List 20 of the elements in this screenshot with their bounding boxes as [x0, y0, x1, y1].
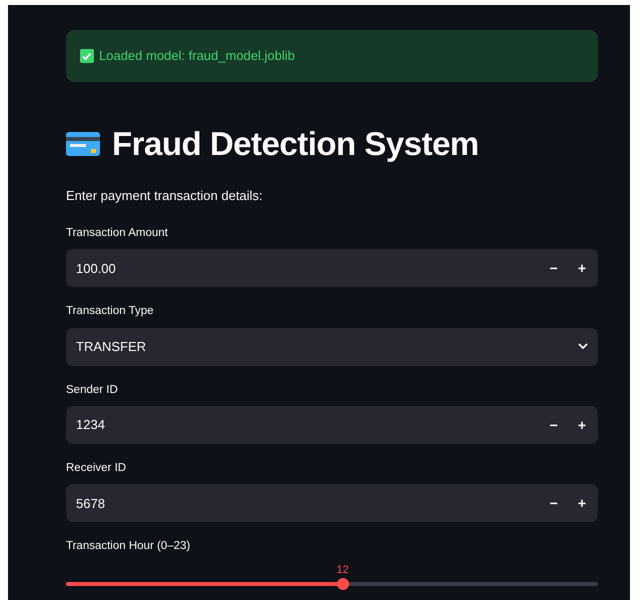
chevron-down-icon [578, 343, 588, 350]
select-dropdown[interactable]: TRANSFER [66, 328, 598, 366]
slider-thumb[interactable] [336, 578, 349, 590]
credit-card-icon [66, 130, 100, 158]
field-label: Transaction Hour (0–23) [66, 539, 192, 554]
increment-button[interactable]: + [572, 261, 592, 276]
slider-value: 12 [336, 563, 349, 578]
checkbox-icon [80, 49, 94, 63]
increment-button[interactable]: + [572, 496, 592, 510]
field-label: Transaction Type [66, 304, 155, 320]
decrement-button[interactable]: − [544, 496, 564, 510]
field-label: Transaction Amount [66, 226, 169, 242]
decrement-button[interactable]: − [544, 418, 564, 432]
decrement-button[interactable]: − [544, 261, 564, 276]
field-label: Receiver ID [66, 460, 128, 476]
field-label: Sender ID [66, 382, 119, 398]
instruction-text: Enter payment transaction details: [66, 186, 264, 205]
increment-button[interactable]: + [572, 418, 592, 432]
alert-text: Loaded model: fraud_model.joblib [99, 47, 295, 66]
page-title: Fraud Detection System [112, 124, 479, 164]
